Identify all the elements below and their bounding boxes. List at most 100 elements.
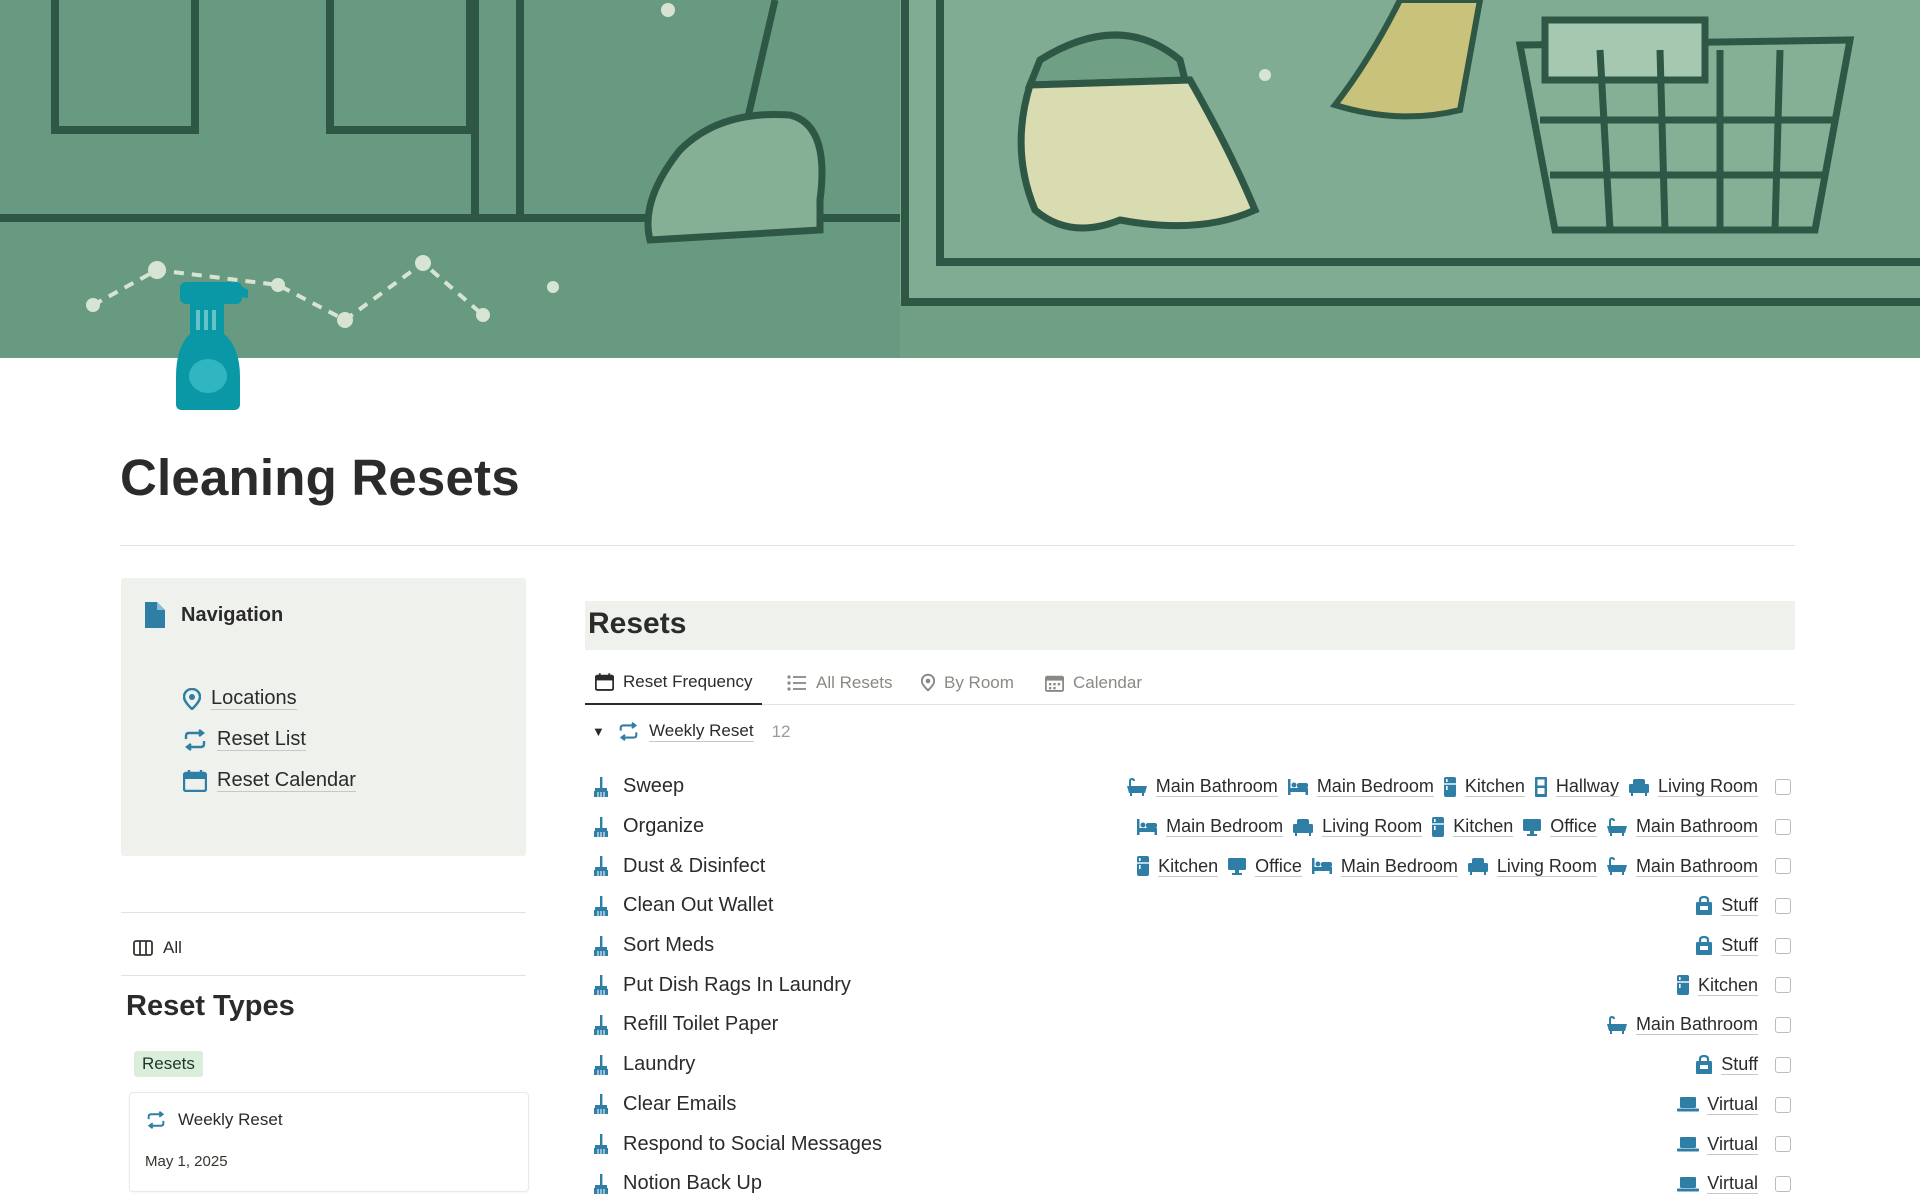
- tab-calendar[interactable]: Calendar: [1045, 660, 1142, 705]
- room-name[interactable]: Stuff: [1721, 895, 1758, 917]
- done-checkbox[interactable]: [1775, 1136, 1791, 1153]
- room-link[interactable]: Stuff: [1695, 1054, 1758, 1076]
- room-link[interactable]: Office: [1227, 856, 1302, 877]
- table-row[interactable]: Laundry Stuff: [593, 1045, 1791, 1085]
- nav-link-label[interactable]: Reset Calendar: [217, 769, 356, 792]
- room-name[interactable]: Virtual: [1707, 1094, 1758, 1115]
- room-link[interactable]: Main Bathroom: [1126, 776, 1278, 798]
- room-link[interactable]: Main Bedroom: [1311, 856, 1458, 877]
- room-name[interactable]: Kitchen: [1158, 856, 1219, 877]
- task-cell[interactable]: Notion Back Up: [593, 1172, 762, 1195]
- done-checkbox[interactable]: [1775, 818, 1791, 835]
- room-name[interactable]: Office: [1255, 856, 1302, 877]
- room-link[interactable]: Living Room: [1467, 856, 1597, 877]
- task-name[interactable]: Put Dish Rags In Laundry: [623, 974, 851, 997]
- room-name[interactable]: Main Bedroom: [1340, 856, 1458, 877]
- room-link[interactable]: Living Room: [1292, 816, 1423, 838]
- room-link[interactable]: Stuff: [1695, 895, 1758, 917]
- table-row[interactable]: Organize Main Bedroom Living Room Kitchen Of…: [593, 807, 1791, 847]
- room-name[interactable]: Main Bedroom: [1166, 816, 1284, 838]
- nav-link-label[interactable]: Locations: [211, 687, 297, 710]
- room-name[interactable]: Main Bathroom: [1635, 816, 1758, 838]
- room-name[interactable]: Hallway: [1555, 776, 1619, 798]
- room-link[interactable]: Virtual: [1677, 1094, 1758, 1115]
- table-row[interactable]: Refill Toilet Paper Main Bathroom: [593, 1005, 1791, 1045]
- task-cell[interactable]: Laundry: [593, 1053, 695, 1076]
- task-name[interactable]: Respond to Social Messages: [623, 1133, 882, 1156]
- caret-down-icon[interactable]: ▼: [592, 724, 608, 739]
- room-name[interactable]: Main Bathroom: [1635, 856, 1758, 877]
- room-name[interactable]: Virtual: [1707, 1134, 1758, 1155]
- task-cell[interactable]: Respond to Social Messages: [593, 1133, 882, 1156]
- task-name[interactable]: Sort Meds: [623, 934, 714, 957]
- table-row[interactable]: Dust & Disinfect Kitchen Office Main Bedroo…: [593, 846, 1791, 886]
- nav-link-reset-list[interactable]: Reset List: [183, 719, 356, 760]
- task-name[interactable]: Sweep: [623, 775, 684, 798]
- task-name[interactable]: Clear Emails: [623, 1093, 736, 1116]
- room-name[interactable]: Virtual: [1707, 1173, 1758, 1195]
- task-cell[interactable]: Sort Meds: [593, 934, 714, 957]
- task-cell[interactable]: Sweep: [593, 775, 684, 798]
- done-checkbox[interactable]: [1775, 937, 1791, 954]
- nav-link-label[interactable]: Reset List: [217, 728, 306, 751]
- room-link[interactable]: Kitchen: [1443, 776, 1525, 798]
- room-link[interactable]: Main Bedroom: [1287, 776, 1434, 798]
- table-row[interactable]: Respond to Social Messages Virtual: [593, 1124, 1791, 1164]
- done-checkbox[interactable]: [1775, 1017, 1791, 1034]
- room-link[interactable]: Main Bathroom: [1606, 816, 1758, 838]
- room-name[interactable]: Kitchen: [1697, 975, 1758, 996]
- table-row[interactable]: Sort Meds Stuff: [593, 926, 1791, 966]
- room-name[interactable]: Main Bedroom: [1316, 776, 1434, 798]
- room-link[interactable]: Virtual: [1677, 1134, 1758, 1155]
- task-name[interactable]: Dust & Disinfect: [623, 855, 765, 878]
- task-cell[interactable]: Organize: [593, 815, 704, 838]
- done-checkbox[interactable]: [1775, 858, 1791, 875]
- room-name[interactable]: Living Room: [1496, 856, 1597, 877]
- task-cell[interactable]: Put Dish Rags In Laundry: [593, 974, 851, 997]
- tab-reset-frequency[interactable]: Reset Frequency: [585, 660, 763, 705]
- room-link[interactable]: Office: [1522, 816, 1597, 838]
- task-name[interactable]: Clean Out Wallet: [623, 894, 773, 917]
- task-cell[interactable]: Clear Emails: [593, 1093, 736, 1116]
- room-name[interactable]: Stuff: [1721, 935, 1758, 957]
- task-name[interactable]: Laundry: [623, 1053, 695, 1076]
- table-row[interactable]: Clear Emails Virtual: [593, 1085, 1791, 1125]
- nav-link-reset-calendar[interactable]: Reset Calendar: [183, 760, 356, 801]
- room-name[interactable]: Office: [1550, 816, 1597, 838]
- group-header-weekly-reset[interactable]: ▼ Weekly Reset 12: [592, 721, 790, 742]
- room-link[interactable]: Stuff: [1695, 935, 1758, 957]
- room-name[interactable]: Kitchen: [1464, 776, 1525, 798]
- done-checkbox[interactable]: [1775, 1096, 1791, 1113]
- done-checkbox[interactable]: [1775, 779, 1791, 795]
- room-link[interactable]: Main Bedroom: [1136, 816, 1284, 838]
- task-cell[interactable]: Dust & Disinfect: [593, 855, 765, 878]
- done-checkbox[interactable]: [1775, 977, 1791, 994]
- task-name[interactable]: Notion Back Up: [623, 1172, 762, 1195]
- room-name[interactable]: Main Bathroom: [1155, 776, 1278, 798]
- task-name[interactable]: Refill Toilet Paper: [623, 1013, 778, 1036]
- table-row[interactable]: Put Dish Rags In Laundry Kitchen: [593, 965, 1791, 1005]
- tab-by-room[interactable]: By Room: [921, 660, 1014, 705]
- room-name[interactable]: Living Room: [1657, 776, 1758, 798]
- table-row[interactable]: Clean Out Wallet Stuff: [593, 886, 1791, 926]
- task-name[interactable]: Organize: [623, 815, 704, 838]
- table-row[interactable]: Notion Back Up Virtual: [593, 1164, 1791, 1199]
- done-checkbox[interactable]: [1775, 898, 1791, 915]
- table-row[interactable]: Sweep Main Bathroom Main Bedroom Kitchen Hal…: [593, 767, 1791, 807]
- room-link[interactable]: Main Bathroom: [1606, 856, 1758, 877]
- room-link[interactable]: Living Room: [1628, 776, 1758, 798]
- room-name[interactable]: Living Room: [1322, 816, 1423, 838]
- room-link[interactable]: Kitchen: [1136, 855, 1219, 877]
- view-tab-all[interactable]: All: [133, 938, 182, 958]
- room-link[interactable]: Main Bathroom: [1606, 1014, 1758, 1036]
- task-cell[interactable]: Clean Out Wallet: [593, 894, 773, 917]
- room-name[interactable]: Stuff: [1721, 1054, 1758, 1076]
- done-checkbox[interactable]: [1775, 1175, 1791, 1192]
- room-name[interactable]: Kitchen: [1453, 816, 1514, 838]
- spray-bottle-icon[interactable]: [172, 282, 248, 412]
- done-checkbox[interactable]: [1775, 1056, 1791, 1073]
- room-link[interactable]: Virtual: [1677, 1173, 1758, 1195]
- nav-link-locations[interactable]: Locations: [183, 678, 356, 719]
- room-link[interactable]: Kitchen: [1431, 816, 1514, 838]
- task-cell[interactable]: Refill Toilet Paper: [593, 1013, 778, 1036]
